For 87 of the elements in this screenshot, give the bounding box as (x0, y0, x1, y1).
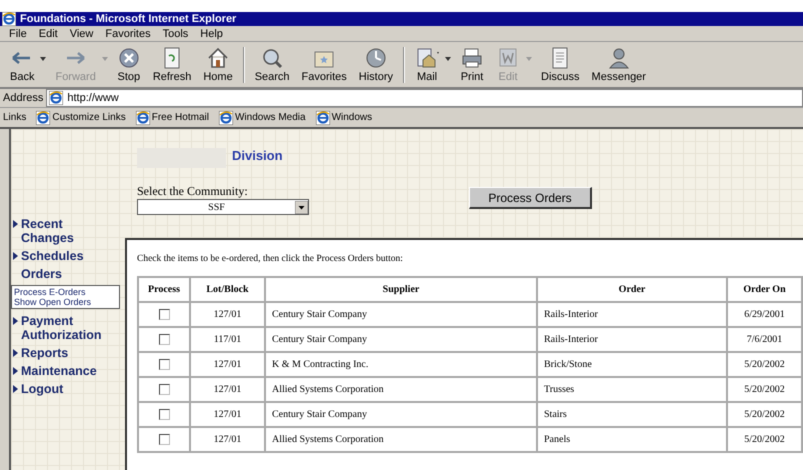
table-cell: 127/01 (190, 377, 265, 402)
toolbar-button[interactable]: Stop (110, 46, 147, 83)
table-cell: Century Stair Company (265, 327, 537, 352)
table-cell: 6/29/2001 (727, 302, 802, 327)
page-icon (36, 110, 50, 124)
table-cell: Allied Systems Corporation (265, 427, 537, 452)
nav-link[interactable]: Recent Changes (11, 217, 125, 245)
table-cell: Brick/Stone (537, 352, 727, 377)
process-orders-button[interactable]: Process Orders (469, 187, 592, 209)
table-cell: Panels (537, 427, 727, 452)
checkbox[interactable] (158, 334, 170, 345)
column-header: Order On (727, 277, 802, 302)
submenu-link[interactable]: Show Open Orders (12, 297, 119, 307)
column-header: Lot/Block (190, 277, 265, 302)
checkbox[interactable] (158, 309, 170, 320)
toolbar-button[interactable]: Mail (409, 46, 446, 83)
address-label: Address (3, 92, 44, 104)
toolbar-button[interactable]: Favorites (296, 46, 353, 83)
menu-item[interactable]: Help (194, 28, 229, 40)
table-cell: 5/20/2002 (727, 427, 802, 452)
link-button[interactable]: Windows Media (218, 110, 306, 124)
checkbox[interactable] (158, 384, 170, 395)
printer-icon (460, 46, 484, 70)
table-cell: 5/20/2002 (727, 352, 802, 377)
dropdown-arrow-icon (295, 200, 308, 214)
menu-item[interactable]: Edit (32, 28, 64, 40)
column-header: Process (138, 277, 190, 302)
menu-item[interactable]: Tools (156, 28, 194, 40)
table-cell: Rails-Interior (537, 327, 727, 352)
window-title: Foundations - Microsoft Internet Explorer (20, 13, 236, 25)
toolbar-button[interactable]: Discuss (535, 46, 586, 83)
instructions-text: Check the items to be e-ordered, then click the Process Orders button: (137, 254, 404, 264)
toolbar-button[interactable]: Home (197, 46, 239, 83)
nav-link[interactable]: Orders (11, 267, 125, 281)
table-cell: K & M Contracting Inc. (265, 352, 537, 377)
toolbar-button[interactable]: Messenger (586, 46, 652, 83)
page-heading: Division (232, 148, 283, 163)
table-cell: 127/01 (190, 302, 265, 327)
column-header: Order (537, 277, 727, 302)
link-button[interactable]: Customize Links (36, 110, 126, 124)
page-icon (136, 110, 150, 124)
nav-link[interactable]: Logout (11, 382, 125, 396)
toolbar-button[interactable]: Refresh (146, 46, 198, 83)
mail-icon (415, 46, 440, 70)
checkbox[interactable] (158, 409, 170, 420)
table-cell: 127/01 (190, 402, 265, 427)
table-cell: Trusses (537, 377, 727, 402)
page-icon (316, 110, 330, 124)
menu-item[interactable]: Favorites (99, 28, 157, 40)
table-cell: Century Stair Company (265, 302, 537, 327)
toolbar-button[interactable]: History (352, 46, 400, 83)
table-cell: 7/6/2001 (727, 327, 802, 352)
table-cell: Allied Systems Corporation (265, 377, 537, 402)
menu-item[interactable]: File (3, 28, 33, 40)
home-icon (206, 46, 230, 70)
nav-link[interactable]: Reports (11, 346, 125, 360)
page-icon (49, 91, 64, 105)
submenu-link[interactable]: Process E-Orders (12, 287, 119, 297)
toolbar-button[interactable]: Search (248, 46, 296, 83)
browser-logo-icon (2, 12, 16, 26)
link-button[interactable]: Free Hotmail (136, 110, 209, 124)
clock-icon (364, 46, 388, 70)
nav-link[interactable]: Maintenance (11, 364, 125, 378)
table-cell: 117/01 (190, 327, 265, 352)
stop-icon (116, 46, 141, 70)
table-cell: 127/01 (190, 427, 265, 452)
community-dropdown[interactable]: SSF (137, 199, 309, 215)
table-cell: Century Stair Company (265, 402, 537, 427)
links-label: Links (3, 112, 26, 123)
table-cell: 127/01 (190, 352, 265, 377)
nav-link[interactable]: Schedules (11, 249, 125, 263)
page-icon (218, 110, 233, 124)
column-header: Supplier (265, 277, 537, 302)
link-button[interactable]: Windows (316, 110, 372, 124)
toolbar-button[interactable]: Back (4, 46, 40, 83)
menu-item[interactable]: View (64, 28, 100, 40)
checkbox[interactable] (158, 359, 170, 370)
table-cell: Rails-Interior (537, 302, 727, 327)
community-label: Select the Community: (137, 184, 249, 199)
table-cell: 5/20/2002 (727, 377, 802, 402)
person-icon (606, 46, 631, 70)
checkbox[interactable] (158, 434, 170, 445)
address-field[interactable]: http://www (46, 89, 803, 107)
table-cell: Stairs (537, 402, 727, 427)
toolbar-button[interactable]: Print (454, 46, 490, 83)
table-cell: 5/20/2002 (727, 402, 802, 427)
nav-link[interactable]: Payment Authorization (11, 314, 125, 342)
